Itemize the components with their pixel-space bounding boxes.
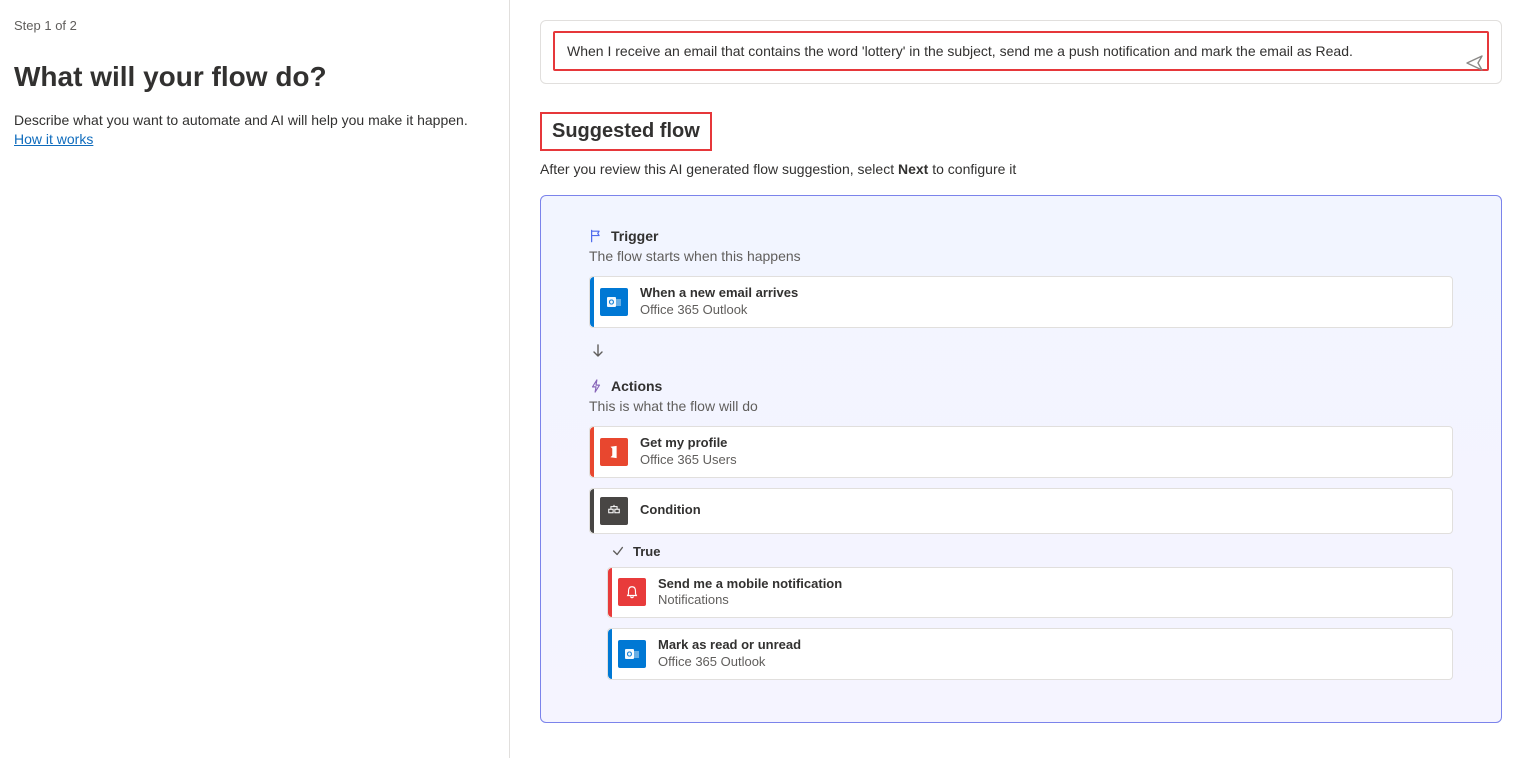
condition-icon (600, 497, 628, 525)
arrow-down-icon (589, 342, 1453, 360)
trigger-step-connector: Office 365 Outlook (640, 302, 798, 319)
action-step-texts: Get my profile Office 365 Users (640, 435, 737, 469)
page-description: Describe what you want to automate and A… (14, 111, 495, 131)
send-icon[interactable] (1465, 53, 1485, 73)
action-title: Condition (640, 502, 701, 519)
office-icon (600, 438, 628, 466)
step-indicator: Step 1 of 2 (14, 18, 495, 33)
checkmark-icon (611, 544, 625, 558)
action-connector: Office 365 Outlook (658, 654, 801, 671)
actions-subtext: This is what the flow will do (589, 398, 1453, 414)
trigger-step-title: When a new email arrives (640, 285, 798, 302)
action-connector: Notifications (658, 592, 842, 609)
action-step-texts: Condition (640, 502, 701, 519)
trigger-section-header: Trigger (589, 228, 1453, 244)
right-panel: When I receive an email that contains th… (510, 0, 1516, 758)
prompt-input-box[interactable]: When I receive an email that contains th… (540, 20, 1502, 84)
action-step-condition[interactable]: Condition (589, 488, 1453, 534)
action-connector: Office 365 Users (640, 452, 737, 469)
branch-label-text: True (633, 544, 660, 559)
branch-true-steps: Send me a mobile notification Notificati… (607, 567, 1453, 681)
lightning-icon (589, 379, 603, 393)
review-prefix: After you review this AI generated flow … (540, 161, 898, 177)
trigger-step-card[interactable]: O When a new email arrives Office 365 Ou… (589, 276, 1453, 328)
svg-text:O: O (627, 652, 633, 659)
review-bold: Next (898, 161, 928, 177)
trigger-step-texts: When a new email arrives Office 365 Outl… (640, 285, 798, 319)
action-step-notification[interactable]: Send me a mobile notification Notificati… (607, 567, 1453, 619)
action-step-mark-read[interactable]: O Mark as read or unread Office 365 Outl… (607, 628, 1453, 680)
suggested-flow-heading-highlight: Suggested flow (540, 112, 712, 151)
actions-label: Actions (611, 378, 662, 394)
action-title: Mark as read or unread (658, 637, 801, 654)
page-title: What will your flow do? (14, 61, 495, 93)
trigger-subtext: The flow starts when this happens (589, 248, 1453, 264)
svg-text:O: O (609, 299, 615, 306)
action-step-texts: Send me a mobile notification Notificati… (658, 576, 842, 610)
left-panel: Step 1 of 2 What will your flow do? Desc… (0, 0, 510, 758)
actions-section-header: Actions (589, 378, 1453, 394)
flag-icon (589, 229, 603, 243)
suggested-flow-heading: Suggested flow (552, 120, 700, 143)
action-title: Send me a mobile notification (658, 576, 842, 593)
branch-true-label: True (611, 544, 1453, 559)
trigger-label: Trigger (611, 228, 658, 244)
review-suffix: to configure it (928, 161, 1016, 177)
action-title: Get my profile (640, 435, 737, 452)
flow-card: Trigger The flow starts when this happen… (540, 195, 1502, 723)
how-it-works-link[interactable]: How it works (14, 131, 93, 147)
outlook-icon: O (618, 640, 646, 668)
action-step-get-profile[interactable]: Get my profile Office 365 Users (589, 426, 1453, 478)
action-step-texts: Mark as read or unread Office 365 Outloo… (658, 637, 801, 671)
review-instruction: After you review this AI generated flow … (540, 161, 1502, 177)
prompt-text[interactable]: When I receive an email that contains th… (553, 31, 1489, 71)
bell-icon (618, 578, 646, 606)
outlook-icon: O (600, 288, 628, 316)
